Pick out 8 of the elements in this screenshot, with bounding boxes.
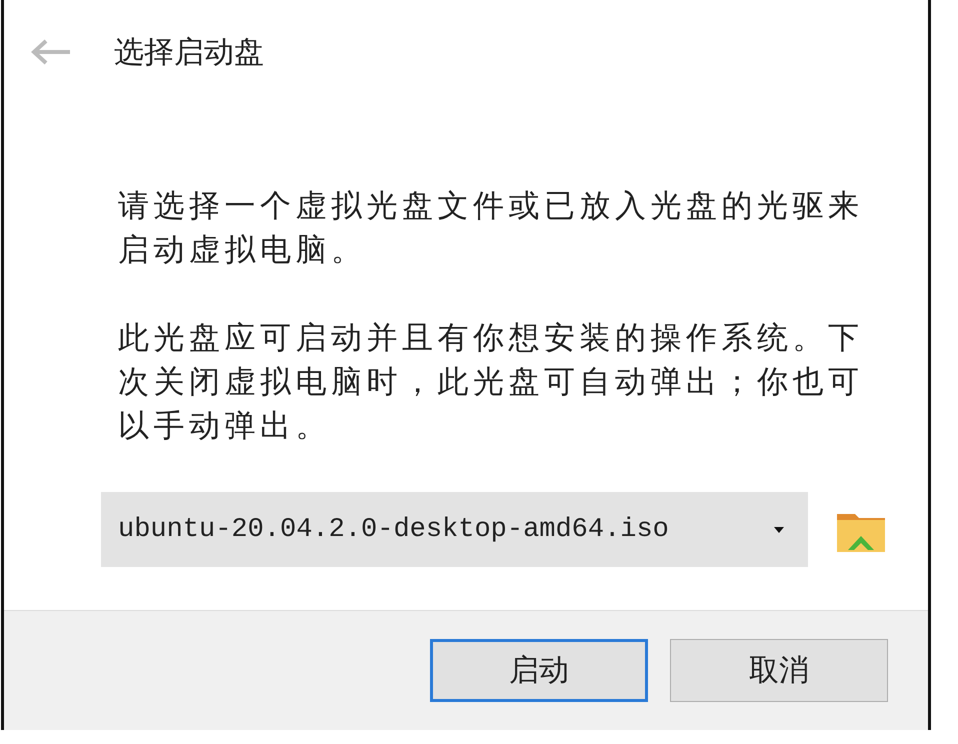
instruction-text: 此光盘应可启动并且有你想安装的操作系统。下次关闭虚拟电脑时，此光盘可自动弹出；你也可以手动弹出。 [118,319,864,446]
caret-icon [774,526,784,532]
dialog-button[interactable]: 取消 [670,639,888,702]
back-arrow-icon[interactable] [30,39,72,65]
dialog-button[interactable]: 启动 [430,639,648,702]
disc-dropdown[interactable]: ubuntu-20.04.2.0-desktop-amd64.iso [101,492,808,567]
dialog-title: 选择启动盘 [114,34,264,72]
instruction-text: 请选择一个虚拟光盘文件或已放入光盘的光驱来启动虚拟电脑。 [118,187,864,270]
